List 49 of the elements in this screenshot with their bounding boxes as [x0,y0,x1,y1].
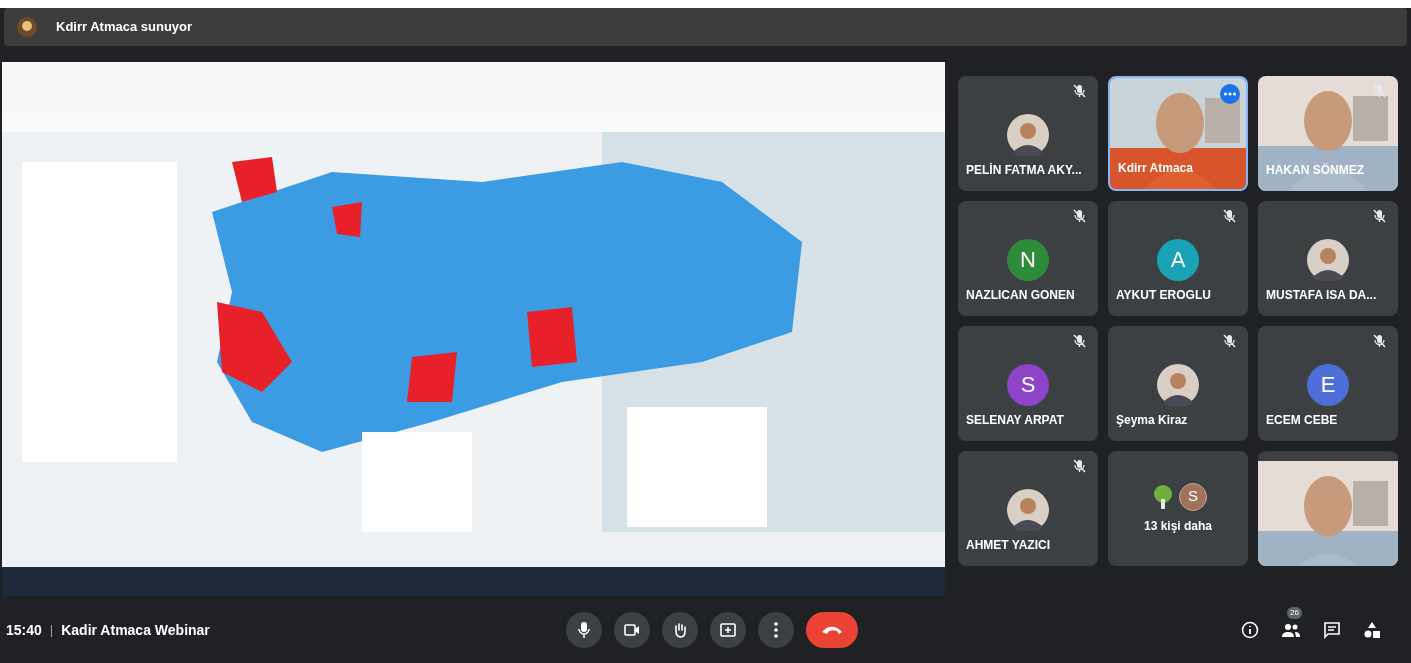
participant-count-badge: 26 [1287,607,1302,619]
participant-tile[interactable]: N NAZLICAN GONEN [958,201,1098,316]
participant-tile[interactable]: PELİN FATMA AKY... [958,76,1098,191]
avatar: N [1007,238,1049,281]
camera-button[interactable] [614,612,650,648]
presenter-label: Kdirr Atmaca sunuyor [56,18,193,37]
raise-hand-button[interactable] [662,612,698,648]
participant-name: AHMET YAZICI [966,537,1050,554]
participant-name: HAKAN SÖNMEZ [1266,162,1364,179]
chat-icon[interactable] [1323,621,1341,639]
participant-tile[interactable]: S SELENAY ARPAT [958,326,1098,441]
speaking-indicator-icon [1220,84,1240,104]
participant-tile[interactable]: Şeyma Kiraz [1108,326,1248,441]
participant-name: Şeyma Kiraz [1116,412,1188,429]
participant-tile[interactable]: E ECEM CEBE [1258,326,1398,441]
participant-tile[interactable]: MUSTAFA ISA DA... [1258,201,1398,316]
participant-tile[interactable]: A AYKUT EROGLU [1108,201,1248,316]
participant-name: MUSTAFA ISA DA... [1266,287,1377,304]
more-participants-tile[interactable]: S 13 kişi daha [1108,451,1248,566]
present-button[interactable] [710,612,746,648]
microphone-icon [578,622,590,638]
meeting-name: Kadir Atmaca Webinar [61,620,210,640]
participant-name: Kdirr Atmaca [1118,160,1193,177]
participant-name: PELİN FATMA AKY... [966,162,1082,179]
end-call-button[interactable] [806,612,858,648]
avatar-icon [16,16,38,38]
participant-name: SELENAY ARPAT [966,412,1064,429]
avatar: S [1179,482,1207,511]
participant-tile[interactable]: Kdirr Atmaca [1108,76,1248,191]
avatar: E [1307,363,1349,406]
participant-name: ECEM CEBE [1266,412,1338,429]
participant-name: 13 kişi daha [1143,517,1212,535]
info-icon[interactable] [1241,621,1259,639]
more-icon [774,622,778,638]
hand-icon [673,622,687,638]
microphone-button[interactable] [566,612,602,648]
phone-icon [821,625,843,635]
avatar: A [1157,238,1199,281]
participant-tile[interactable]: AHMET YAZICI [958,451,1098,566]
participant-name: AYKUT EROGLU [1116,287,1211,304]
meeting-time: 15:40 [6,620,42,640]
more-options-button[interactable] [758,612,794,648]
present-icon [720,623,736,637]
activities-icon[interactable] [1363,621,1381,639]
camera-icon [624,624,640,636]
participant-name: NAZLICAN GONEN [966,287,1075,304]
avatar: S [1007,363,1049,406]
separator: | [49,621,54,640]
people-icon[interactable] [1281,621,1301,639]
